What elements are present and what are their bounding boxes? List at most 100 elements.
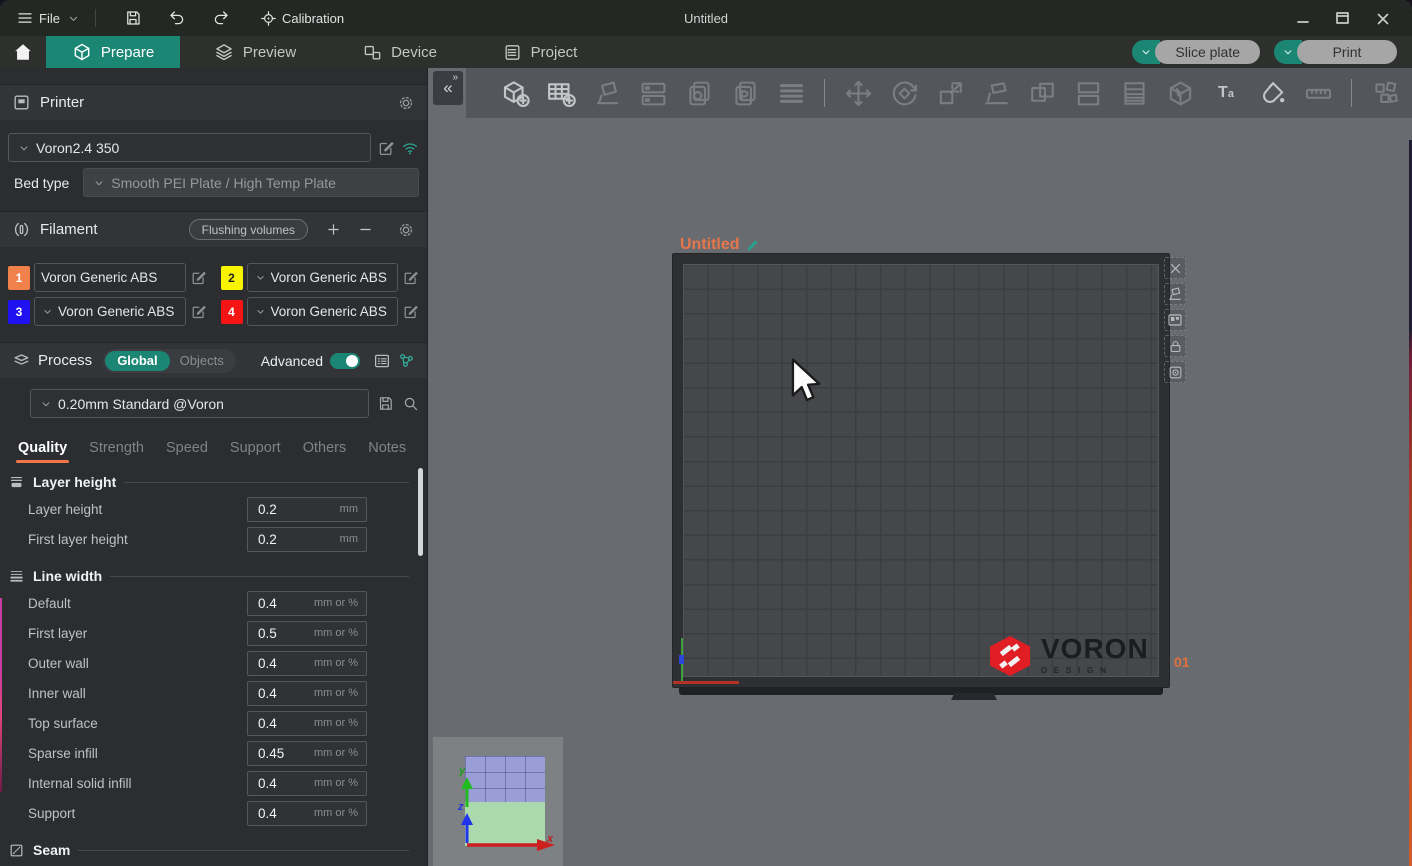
flushing-volumes-button[interactable]: Flushing volumes (189, 219, 308, 240)
build-plate[interactable]: VORON DESIGN (672, 253, 1170, 688)
save-button[interactable] (124, 9, 142, 27)
tab-preview[interactable]: Preview (180, 36, 330, 68)
add-filament-icon[interactable] (325, 221, 342, 238)
plate-settings-button[interactable] (1164, 361, 1186, 383)
filament-color-swatch[interactable]: 3 (8, 300, 30, 324)
tab-prepare[interactable]: Prepare (46, 36, 180, 68)
tab-project[interactable]: Project (470, 36, 610, 68)
split-to-parts-button[interactable] (1069, 74, 1107, 112)
objects-parameter-icon[interactable] (398, 352, 415, 369)
edit-filament-icon[interactable] (190, 269, 207, 286)
arrange-plate-button[interactable] (1164, 309, 1186, 331)
tab-support[interactable]: Support (230, 440, 281, 456)
lay-on-face-button[interactable] (977, 74, 1015, 112)
color-painting-button[interactable] (1253, 74, 1291, 112)
advanced-toggle[interactable] (330, 353, 360, 369)
edit-filament-icon[interactable] (190, 303, 207, 320)
print-button[interactable]: Print (1297, 40, 1397, 64)
split-to-objects-button[interactable] (1023, 74, 1061, 112)
arrange-button[interactable] (634, 74, 672, 112)
filament-color-swatch[interactable]: 1 (8, 266, 30, 290)
filament-select[interactable]: Voron Generic ABS (247, 263, 399, 292)
home-button[interactable] (0, 36, 46, 68)
delete-plate-button[interactable] (1164, 257, 1186, 279)
minimize-button[interactable] (1282, 3, 1322, 33)
collapse-sidebar-button[interactable]: «» (433, 71, 463, 105)
orient-plate-button[interactable] (1164, 283, 1186, 305)
undo-button[interactable] (168, 9, 186, 27)
assembly-button[interactable] (1366, 74, 1404, 112)
calibration-button[interactable]: Calibration (260, 10, 344, 27)
scope-global[interactable]: Global (105, 351, 169, 371)
line-width-support-input[interactable]: 0.4mm or % (247, 801, 367, 826)
printer-select[interactable]: Voron2.4 350 (8, 133, 371, 162)
plate-settings-icon (1168, 365, 1183, 380)
redo-button[interactable] (212, 9, 230, 27)
scale-button[interactable] (931, 74, 969, 112)
line-width-top-surface-input[interactable]: 0.4mm or % (247, 711, 367, 736)
search-settings-icon[interactable] (402, 395, 419, 412)
edit-printer-icon[interactable] (377, 139, 395, 157)
move-button[interactable] (839, 74, 877, 112)
bed-type-select[interactable]: Smooth PEI Plate / High Temp Plate (83, 168, 419, 197)
parameter-table-icon[interactable] (373, 352, 391, 370)
setting-row: Default 0.4mm or % (0, 588, 427, 618)
edit-filament-icon[interactable] (402, 269, 419, 286)
process-profile-select[interactable]: 0.20mm Standard @Voron (30, 389, 369, 418)
text-tool-button[interactable]: Ta (1207, 74, 1245, 112)
mesh-boolean-button[interactable] (1161, 74, 1199, 112)
chevron-down-icon[interactable] (66, 11, 81, 26)
add-plate-button[interactable] (542, 74, 580, 112)
filament-select[interactable]: Voron Generic ABS (34, 263, 186, 292)
process-scope-switch: Global Objects (103, 349, 236, 373)
file-menu-button[interactable]: File (16, 9, 60, 27)
home-icon (12, 41, 34, 63)
variable-layer-height-button[interactable] (1115, 74, 1153, 112)
copy-button[interactable] (680, 74, 718, 112)
line-width-internal-solid-input[interactable]: 0.4mm or % (247, 771, 367, 796)
tab-quality[interactable]: Quality (18, 440, 67, 456)
filament-color-swatch[interactable]: 2 (221, 266, 243, 290)
rotate-button[interactable] (885, 74, 923, 112)
bed-type-label: Bed type (14, 175, 69, 191)
line-width-outer-wall-input[interactable]: 0.4mm or % (247, 651, 367, 676)
tab-notes[interactable]: Notes (368, 440, 406, 456)
line-width-first-layer-input[interactable]: 0.5mm or % (247, 621, 367, 646)
print-split-button: Print (1274, 40, 1397, 64)
rename-plate-pencil-icon[interactable] (745, 238, 760, 253)
paste-button[interactable] (726, 74, 764, 112)
panel-scrollbar[interactable] (418, 468, 423, 556)
slice-plate-button[interactable]: Slice plate (1155, 40, 1260, 64)
save-profile-icon[interactable] (377, 395, 394, 412)
remove-filament-icon[interactable] (357, 221, 374, 238)
mini-navigator[interactable]: y z x (433, 737, 563, 866)
viewport-3d[interactable]: Ta «» Untitled (428, 68, 1412, 866)
tab-others[interactable]: Others (303, 440, 347, 456)
tab-strength[interactable]: Strength (89, 440, 144, 456)
close-button[interactable] (1362, 3, 1402, 33)
tab-speed[interactable]: Speed (166, 440, 208, 456)
filament-select[interactable]: Voron Generic ABS (34, 297, 186, 326)
first-layer-height-input[interactable]: 0.2 mm (247, 527, 367, 552)
measure-button[interactable] (1299, 74, 1337, 112)
edit-filament-icon[interactable] (402, 303, 419, 320)
add-plate-icon (546, 78, 576, 108)
printer-name: Voron2.4 350 (36, 140, 119, 156)
scope-objects[interactable]: Objects (170, 353, 234, 368)
lock-plate-button[interactable] (1164, 335, 1186, 357)
line-width-sparse-infill-input[interactable]: 0.45mm or % (247, 741, 367, 766)
add-object-button[interactable] (496, 74, 534, 112)
line-width-default-input[interactable]: 0.4mm or % (247, 591, 367, 616)
filament-settings-gear-icon[interactable] (397, 221, 415, 239)
object-table-button[interactable] (772, 74, 810, 112)
layer-height-input[interactable]: 0.2 mm (247, 497, 367, 522)
filament-select[interactable]: Voron Generic ABS (247, 297, 399, 326)
maximize-button[interactable] (1322, 3, 1362, 33)
line-width-inner-wall-input[interactable]: 0.4mm or % (247, 681, 367, 706)
split-to-parts-icon (1074, 79, 1103, 108)
wifi-connection-icon[interactable] (401, 139, 419, 157)
tab-device[interactable]: Device (330, 36, 470, 68)
printer-settings-gear-icon[interactable] (397, 94, 415, 112)
auto-orient-button[interactable] (588, 74, 626, 112)
filament-color-swatch[interactable]: 4 (221, 300, 243, 324)
